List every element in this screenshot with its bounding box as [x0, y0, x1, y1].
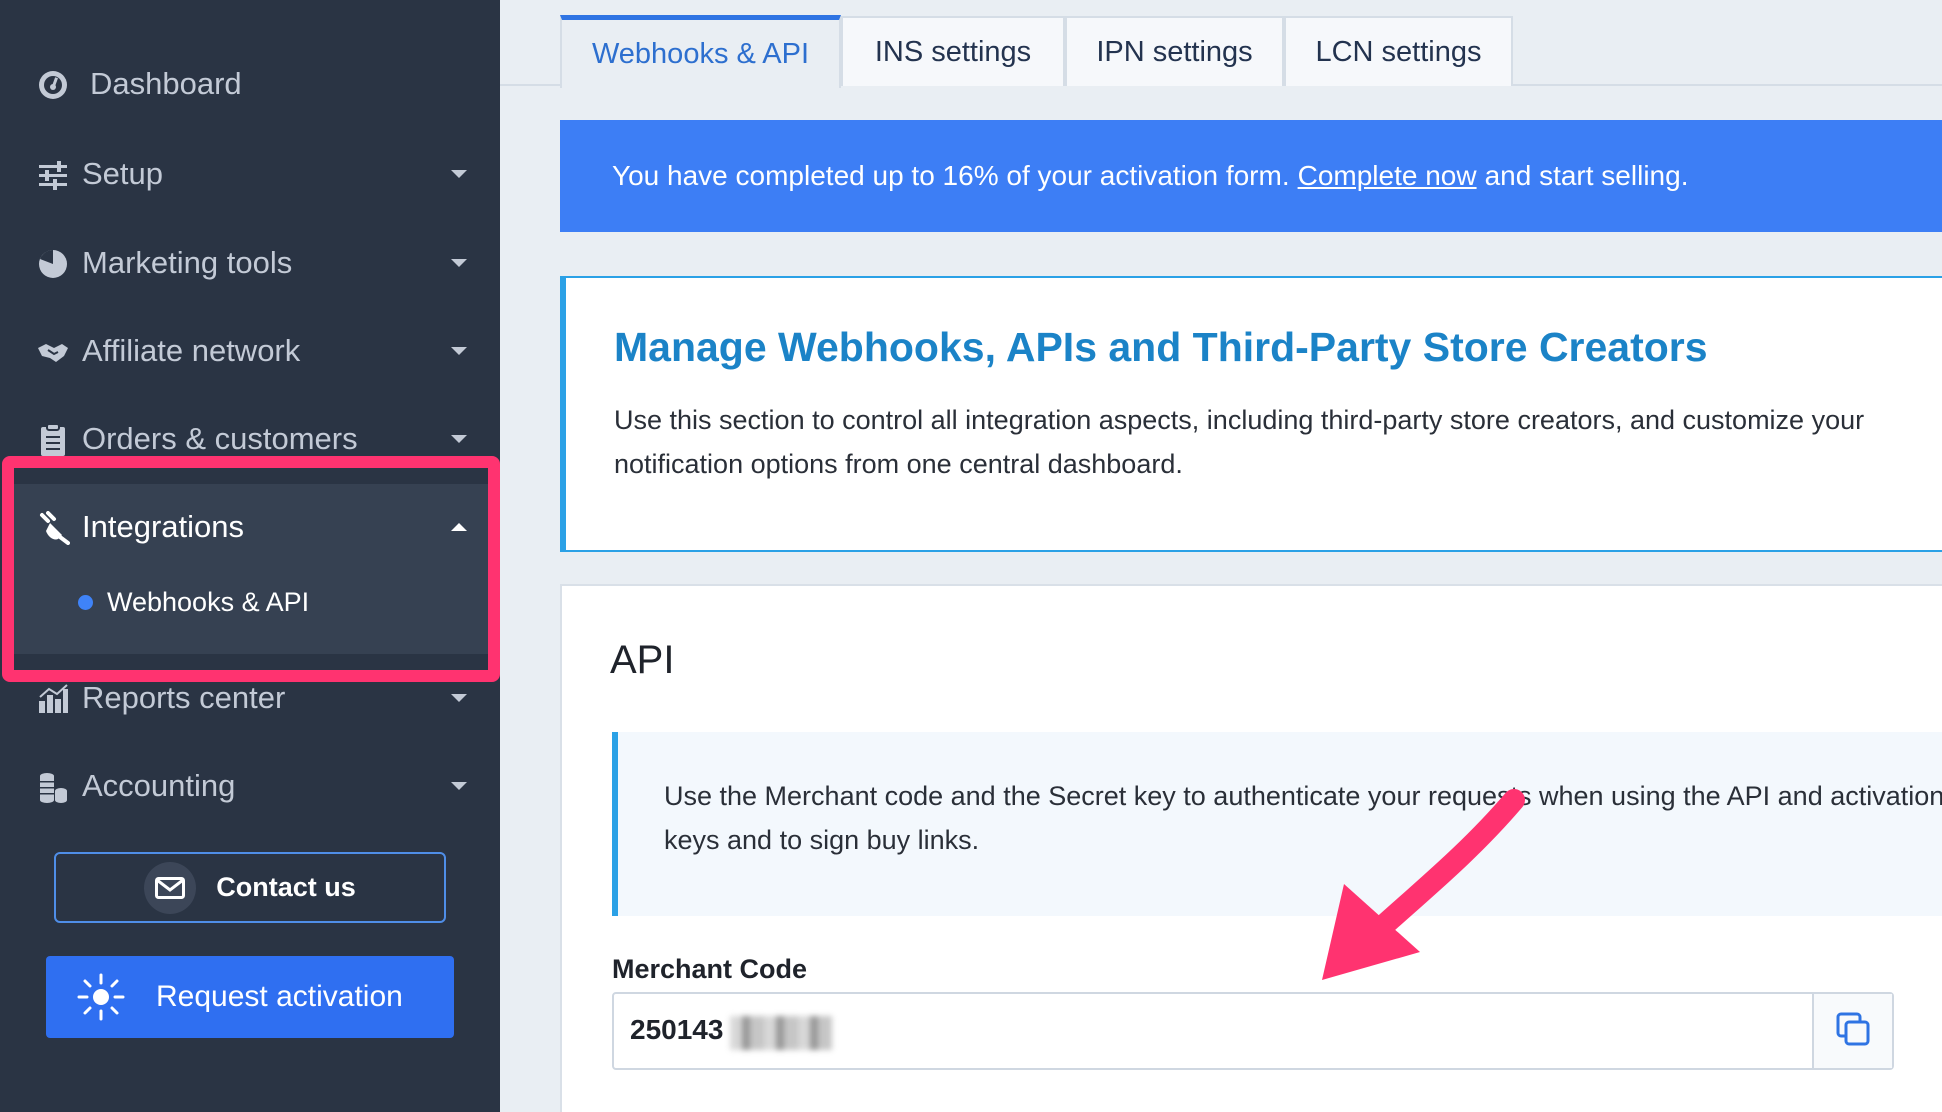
mail-icon	[144, 861, 197, 914]
complete-now-link[interactable]: Complete now	[1298, 160, 1477, 192]
tab-lcn-settings[interactable]: LCN settings	[1284, 16, 1513, 86]
redacted-blur	[730, 1016, 832, 1050]
activation-progress-banner: You have completed up to 16% of your act…	[560, 120, 1942, 232]
sidebar-item-label: Accounting	[82, 768, 236, 803]
tab-label: INS settings	[874, 35, 1032, 68]
request-activation-label: Request activation	[156, 980, 403, 1013]
api-info-text: Use the Merchant code and the Secret key…	[664, 781, 1942, 855]
coins-icon	[36, 770, 70, 804]
merchant-code-field[interactable]: 250143	[612, 992, 1894, 1070]
copy-icon	[1835, 1011, 1871, 1052]
highlight-annotation-box	[2, 456, 500, 682]
chevron-down-icon	[451, 435, 467, 443]
sun-icon	[76, 972, 126, 1022]
contact-us-button[interactable]: Contact us	[54, 852, 446, 923]
request-activation-button[interactable]: Request activation	[46, 956, 454, 1038]
sidebar-item-affiliate-network[interactable]: Affiliate network	[0, 321, 500, 381]
tab-ipn-settings[interactable]: IPN settings	[1065, 16, 1284, 86]
sidebar-item-label: Dashboard	[90, 66, 242, 101]
chevron-down-icon	[451, 259, 467, 267]
gauge-icon	[36, 68, 70, 102]
sidebar-item-accounting[interactable]: Accounting	[0, 756, 500, 816]
sidebar-item-reports-center[interactable]: Reports center	[0, 668, 500, 728]
banner-text-end: and start selling.	[1484, 160, 1689, 191]
api-info-note: Use the Merchant code and the Secret key…	[612, 732, 1942, 916]
tab-label: Webhooks & API	[591, 37, 810, 70]
intro-card: Manage Webhooks, APIs and Third-Party St…	[560, 276, 1942, 552]
sidebar-item-label: Affiliate network	[82, 333, 301, 368]
tabs-bar: Webhooks & API INS settings IPN settings…	[500, 0, 1942, 88]
sliders-icon	[36, 158, 70, 192]
tab-webhooks-api[interactable]: Webhooks & API	[560, 15, 841, 88]
sidebar-item-marketing-tools[interactable]: Marketing tools	[0, 233, 500, 293]
bar-chart-icon	[36, 682, 70, 716]
tab-ins-settings[interactable]: INS settings	[841, 16, 1065, 86]
sidebar-item-dashboard[interactable]: Dashboard	[0, 54, 500, 114]
sidebar-item-label: Setup	[82, 156, 164, 191]
copy-button[interactable]	[1812, 994, 1892, 1068]
page-title: Manage Webhooks, APIs and Third-Party St…	[614, 324, 1708, 370]
clipboard-icon	[36, 423, 70, 457]
sidebar-item-label: Orders & customers	[82, 421, 358, 456]
sidebar-item-label: Reports center	[82, 680, 286, 715]
chevron-down-icon	[451, 170, 467, 178]
tab-label: IPN settings	[1096, 35, 1253, 68]
merchant-code-value: 250143	[630, 1014, 724, 1045]
chevron-down-icon	[451, 347, 467, 355]
merchant-code-label: Merchant Code	[612, 954, 808, 984]
main-content: Webhooks & API INS settings IPN settings…	[500, 0, 1942, 1112]
chevron-down-icon	[451, 694, 467, 702]
banner-text: You have completed up to 16% of your act…	[612, 160, 1290, 191]
sidebar-item-label: Marketing tools	[82, 245, 293, 280]
tab-label: LCN settings	[1315, 35, 1482, 68]
sidebar: Dashboard Setup Marketing tools Affiliat…	[0, 0, 500, 1112]
chevron-down-icon	[451, 782, 467, 790]
pie-chart-icon	[36, 247, 70, 281]
handshake-icon	[36, 335, 70, 369]
contact-us-label: Contact us	[216, 872, 356, 902]
sidebar-item-setup[interactable]: Setup	[0, 144, 500, 204]
api-section-title: API	[610, 638, 675, 682]
page-description: Use this section to control all integrat…	[614, 405, 1865, 479]
api-card: API Use the Merchant code and the Secret…	[560, 584, 1942, 1112]
